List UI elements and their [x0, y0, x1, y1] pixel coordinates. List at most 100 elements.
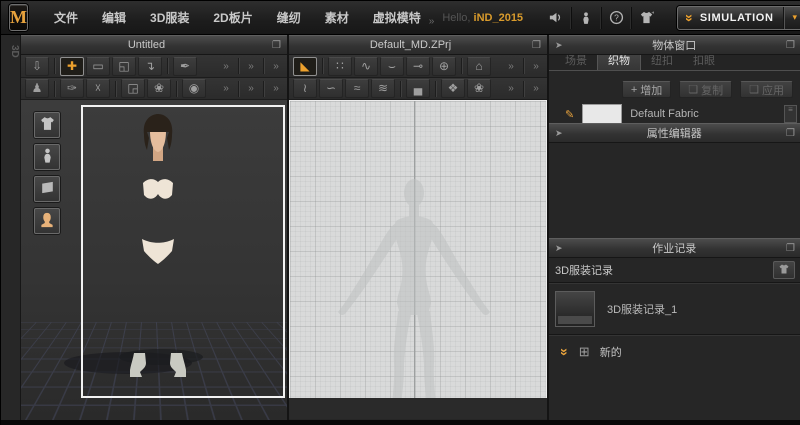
viewport-2d[interactable] [289, 100, 547, 398]
transform-pattern-tool[interactable]: ◱ [112, 57, 136, 76]
avatar-head-display-button[interactable] [34, 208, 60, 234]
volume-icon[interactable] [541, 7, 571, 29]
show-pattern-button[interactable] [34, 176, 60, 202]
viewport-3d[interactable] [21, 100, 287, 420]
menu-overflow-icon[interactable]: » [429, 16, 435, 27]
detach-window-icon[interactable]: ❐ [532, 40, 541, 51]
polygon-pattern-tool[interactable]: ⌂ [467, 57, 491, 76]
show-avatar-button[interactable] [34, 144, 60, 170]
more-tools-expander[interactable]: » [504, 79, 518, 98]
transform-pattern-2d-tool[interactable]: ◣ [293, 57, 317, 76]
menu-2d-pattern[interactable]: 2D板片 [201, 3, 264, 32]
capture-garment-button[interactable] [773, 261, 795, 279]
edit-texture-tool[interactable]: ❖ [441, 79, 465, 98]
select-box-tool[interactable]: ▭ [86, 57, 110, 76]
menu-material[interactable]: 素材 [313, 3, 361, 32]
head-icon [38, 211, 56, 232]
toolbar-separator [238, 58, 239, 74]
object-tabs: 场景 织物 纽扣 扣眼 [549, 55, 800, 71]
chevron-down-icon[interactable]: » [557, 348, 573, 356]
panel-3d-title: Untitled [21, 39, 272, 51]
menu-file[interactable]: 文件 [42, 3, 90, 32]
add-record-icon[interactable]: ⊞ [579, 344, 590, 360]
list-scroll-widget[interactable]: ≡ [784, 105, 797, 123]
fabric-list-item[interactable]: ✎ Default Fabric ≡ [549, 104, 800, 123]
apply-fabric-button[interactable]: ❑ 应用 [740, 81, 793, 98]
more-tools-expander[interactable]: » [529, 79, 543, 98]
add-fabric-button[interactable]: + 增加 [622, 81, 671, 98]
fit-garment-tool[interactable]: ❀ [147, 79, 171, 98]
more-tools-expander[interactable]: » [244, 79, 258, 98]
panel-3d-garment: Untitled ❐ ⇩ ✚▭◱↴ ✒ » » » ♟ ✑☓ ◲❀ ◉ » » » [21, 35, 287, 420]
detach-window-icon[interactable]: ❐ [786, 40, 795, 51]
avatar-silhouette-2d [304, 163, 524, 398]
show-garment-button[interactable] [34, 112, 60, 138]
more-tools-expander[interactable]: » [219, 79, 233, 98]
menu-edit[interactable]: 编辑 [90, 3, 138, 32]
fold-arrangement-tool[interactable]: ◲ [121, 79, 145, 98]
detach-window-icon[interactable]: ❐ [272, 40, 281, 51]
edit-pattern-tool[interactable]: ∷ [328, 57, 352, 76]
collapse-panel-icon[interactable]: ➤ [555, 40, 563, 51]
copy-fabric-button[interactable]: ❏ 复制 [679, 81, 732, 98]
free-sewing-tool[interactable]: ≈ [345, 79, 369, 98]
gravity-drop-tool[interactable]: ⇩ [25, 57, 49, 76]
dock-tab-3d[interactable]: 3D [1, 45, 20, 58]
edit-pencil-icon[interactable]: ✎ [565, 108, 574, 121]
object-window-header[interactable]: ➤ 物体窗口 ❐ [549, 35, 800, 55]
more-tools-expander[interactable]: » [244, 57, 258, 76]
app-logo[interactable]: M [9, 4, 28, 31]
toolbar-separator [523, 58, 524, 74]
menu-sewing[interactable]: 缝纫 [265, 3, 313, 32]
button-place-tool[interactable]: ◉ [182, 79, 206, 98]
panel-2d-header[interactable]: Default_MD.ZPrj ❐ [289, 35, 547, 55]
add-free-point-tool[interactable]: ⊕ [432, 57, 456, 76]
select-move-tool[interactable]: ✚ [60, 57, 84, 76]
add-point-tool[interactable]: ⊸ [406, 57, 430, 76]
help-icon[interactable]: ? [601, 7, 631, 29]
toolbar-2d-row2: ≀∽≈≋ ▄ ❖❀ » » [289, 78, 547, 100]
detach-window-icon[interactable]: ❐ [786, 128, 795, 139]
clothes-store-icon[interactable]: + [631, 7, 661, 29]
detach-window-icon[interactable]: ❐ [786, 243, 795, 254]
show-texture-tool[interactable]: ❀ [467, 79, 491, 98]
edit-curve-point-tool[interactable]: ⌣ [380, 57, 404, 76]
segment-sewing-tool[interactable]: ∽ [319, 79, 343, 98]
fabric-swatch[interactable] [582, 104, 622, 123]
menu-3d-garment[interactable]: 3D服装 [138, 3, 201, 32]
menu-avatar[interactable]: 虚拟模特 [361, 3, 433, 32]
collapse-panel-icon[interactable]: ➤ [555, 128, 563, 139]
iron-press-tool[interactable]: ▄ [406, 79, 430, 98]
pin-create-tool[interactable]: ✑ [60, 79, 84, 98]
edit-curvature-tool[interactable]: ∿ [354, 57, 378, 76]
panel-3d-header[interactable]: Untitled ❐ [21, 35, 287, 55]
more-tools-expander[interactable]: » [219, 57, 233, 76]
garment-record-label: 3D服装记录 [555, 262, 773, 278]
more-tools-expander[interactable]: » [269, 57, 283, 76]
more-tools-expander[interactable]: » [269, 79, 283, 98]
left-dock-strip: 3D [1, 35, 21, 420]
mn-sewing-tool[interactable]: ≋ [371, 79, 395, 98]
avatar-pose-tool[interactable]: ♟ [25, 79, 49, 98]
collapse-panel-icon[interactable]: ➤ [555, 243, 563, 254]
menu-bar: M 文件编辑3D服装2D板片缝纫素材虚拟模特 » Hello, iND_2015… [1, 1, 800, 35]
username[interactable]: iND_2015 [474, 12, 524, 24]
new-record-row[interactable]: » ⊞ 新的 [549, 336, 800, 368]
toolbar-separator [400, 81, 401, 97]
simulation-dropdown-icon[interactable]: ▾ [783, 7, 800, 29]
more-tools-expander[interactable]: » [504, 57, 518, 76]
garment-record-item[interactable]: 3D服装记录_1 [549, 284, 800, 334]
move-parallel-tool[interactable]: ↴ [138, 57, 162, 76]
job-record-header[interactable]: ➤ 作业记录 ❐ [549, 238, 800, 258]
property-editor-header[interactable]: ➤ 属性编辑器 ❐ [549, 123, 800, 143]
pin-needle-tool[interactable]: ✒ [173, 57, 197, 76]
panel-object-window: ➤ 物体窗口 ❐ 场景 织物 纽扣 扣眼 + 增加 ❏ 复制 ❑ 应用 ✎ [549, 35, 800, 123]
more-tools-expander[interactable]: » [529, 57, 543, 76]
edit-sewing-tool[interactable]: ≀ [293, 79, 317, 98]
simulation-button[interactable]: » SIMULATION ▾ [677, 6, 800, 30]
record-thumbnail[interactable] [555, 291, 595, 327]
avatar-3d[interactable] [48, 105, 268, 405]
panel-property-editor: ➤ 属性编辑器 ❐ [549, 123, 800, 238]
pins-remove-tool[interactable]: ☓ [86, 79, 110, 98]
account-icon[interactable] [571, 7, 601, 29]
